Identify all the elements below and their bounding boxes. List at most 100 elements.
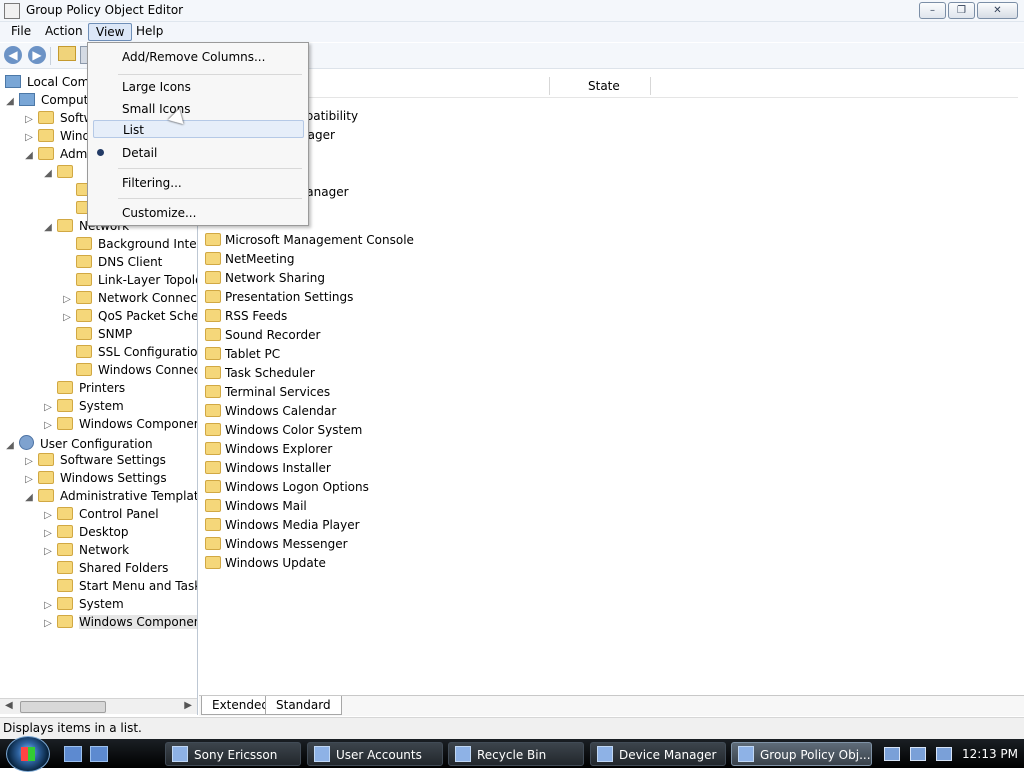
list-item[interactable]: Windows Logon Options (205, 478, 369, 497)
tree-item-label: System (79, 597, 124, 611)
scroll-left-icon[interactable]: ◀ (5, 700, 13, 711)
menu-view[interactable]: View (88, 23, 133, 41)
menu-filtering[interactable]: Filtering... (122, 174, 182, 192)
window-controls: – ❐ ✕ (919, 2, 1018, 19)
tree-item[interactable]: ▷ Windows Componen (44, 415, 197, 433)
tree-item[interactable]: ◢ Comput (6, 91, 88, 109)
tree-item[interactable]: ◢ Adm (25, 145, 87, 163)
tree-item[interactable]: ▷ Network Connect (63, 289, 197, 307)
list-item[interactable]: Windows Color System (205, 421, 362, 440)
tree-item[interactable]: ▷ Windows Settings (25, 469, 167, 487)
tree-item-label: Control Panel (79, 507, 159, 521)
taskbar-button-recycle-bin[interactable]: Recycle Bin (448, 742, 584, 766)
list-item[interactable]: Tablet PC (205, 345, 280, 364)
list-item[interactable]: Task Scheduler (205, 364, 315, 383)
minimize-button[interactable]: – (919, 2, 946, 19)
expanded-arrow-icon[interactable]: ◢ (6, 437, 14, 455)
tree-item[interactable]: ▷ Control Panel (44, 505, 159, 523)
list-item[interactable]: Windows Explorer (205, 440, 332, 459)
show-desktop-icon[interactable] (64, 746, 82, 762)
tree-item[interactable]: SSL Configuratio (63, 343, 197, 361)
volume-icon[interactable] (936, 747, 952, 761)
tab-standard[interactable]: Standard (265, 696, 342, 715)
maximize-button[interactable]: ❐ (948, 2, 975, 19)
list-item-label: Windows Logon Options (225, 480, 369, 494)
menu-list[interactable]: List (93, 120, 304, 138)
details-pane[interactable]: State npatibilitynagersv ManagerMicrosof… (199, 69, 1024, 716)
tree-item[interactable]: ◢ (44, 163, 79, 181)
folder-icon (205, 518, 221, 531)
list-item[interactable]: Windows Calendar (205, 402, 336, 421)
tree-item[interactable]: ▷ System (44, 595, 124, 613)
start-button[interactable] (6, 736, 50, 772)
list-item[interactable]: Windows Installer (205, 459, 331, 478)
tree-item[interactable]: Start Menu and Taskb (44, 577, 197, 595)
menu-help[interactable]: Help (129, 23, 170, 39)
menu-add-remove-columns[interactable]: Add/Remove Columns... (122, 48, 265, 66)
menu-action[interactable]: Action (38, 23, 90, 39)
tree-item[interactable]: ◢ Administrative Template (25, 487, 197, 507)
taskbar-button-sony-ericsson[interactable]: Sony Ericsson (165, 742, 301, 766)
tree-item[interactable]: Background Intell (63, 235, 197, 253)
list-item[interactable]: NetMeeting (205, 250, 294, 269)
tree-item[interactable]: ▷ Softw (25, 109, 94, 127)
tree-item[interactable]: DNS Client (63, 253, 162, 271)
tree-item[interactable]: ▷ System (44, 397, 124, 415)
clock[interactable]: 12:13 PM (962, 747, 1018, 761)
back-button[interactable]: ◀ (4, 46, 22, 64)
tree-horizontal-scrollbar[interactable]: ◀ ▶ (0, 698, 197, 714)
expanded-arrow-icon[interactable]: ◢ (25, 147, 33, 165)
display-icon[interactable] (910, 747, 926, 761)
list-item[interactable]: Terminal Services (205, 383, 330, 402)
menu-file[interactable]: File (4, 23, 38, 39)
expanded-arrow-icon[interactable]: ◢ (44, 165, 52, 183)
taskbar-button-device-manager[interactable]: Device Manager (590, 742, 726, 766)
close-button[interactable]: ✕ (977, 2, 1018, 19)
list-item[interactable]: Windows Mail (205, 497, 307, 516)
forward-button[interactable]: ▶ (28, 46, 46, 64)
tree-item[interactable]: ▷ Network (44, 541, 129, 559)
up-level-button[interactable] (58, 46, 76, 64)
tree-item-label: Windows Connec (98, 363, 198, 377)
list-item[interactable]: Presentation Settings (205, 288, 353, 307)
list-item[interactable]: Network Sharing (205, 269, 325, 288)
list-item[interactable]: Windows Update (205, 554, 326, 573)
column-header-state[interactable]: State (588, 77, 620, 95)
list-item[interactable]: Sound Recorder (205, 326, 320, 345)
scroll-right-icon[interactable]: ▶ (184, 700, 192, 711)
tree-item[interactable]: ▷ Software Settings (25, 451, 166, 469)
expanded-arrow-icon[interactable]: ◢ (44, 219, 52, 237)
collapsed-arrow-icon[interactable]: ▷ (44, 615, 52, 633)
expanded-arrow-icon[interactable]: ◢ (25, 489, 33, 507)
tree-item[interactable]: Windows Connec (63, 361, 198, 379)
list-item-label: Windows Update (225, 556, 326, 570)
tree-root[interactable]: Local Comp (5, 73, 97, 91)
tree-item[interactable]: ▷ QoS Packet Schec (63, 307, 197, 325)
taskbar-button-group-policy[interactable]: Group Policy Obj... (731, 742, 872, 766)
network-status-icon[interactable] (884, 747, 900, 761)
folder-icon (57, 417, 73, 430)
list-item[interactable]: Microsoft Management Console (205, 231, 414, 250)
menu-detail[interactable]: Detail (122, 144, 157, 162)
tree-item-label: Shared Folders (79, 561, 169, 575)
menu-customize[interactable]: Customize... (122, 204, 196, 222)
expanded-arrow-icon[interactable]: ◢ (6, 93, 14, 111)
list-item[interactable]: RSS Feeds (205, 307, 287, 326)
tree-item[interactable]: ▷ Desktop (44, 523, 129, 541)
tree-item[interactable]: Link-Layer Topolo (63, 271, 197, 289)
tree-item[interactable]: SNMP (63, 325, 132, 343)
list-item[interactable]: Windows Messenger (205, 535, 348, 554)
taskbar-button-user-accounts[interactable]: User Accounts (307, 742, 443, 766)
tree-item[interactable]: ◢ User Configuration (6, 433, 153, 451)
tree-item[interactable]: ▷ Wind (25, 127, 90, 145)
tree-item[interactable]: ▷ Windows Componen (44, 613, 197, 633)
list-item[interactable]: Windows Media Player (205, 516, 360, 535)
folder-icon (38, 129, 54, 142)
menu-large-icons[interactable]: Large Icons (122, 78, 191, 96)
scrollbar-thumb[interactable] (20, 701, 106, 713)
switch-windows-icon[interactable] (90, 746, 108, 762)
tree-item[interactable]: Printers (44, 379, 125, 397)
tree-item[interactable]: Shared Folders (44, 559, 168, 577)
tree-item-label: Network (79, 543, 130, 557)
folder-icon (205, 347, 221, 360)
